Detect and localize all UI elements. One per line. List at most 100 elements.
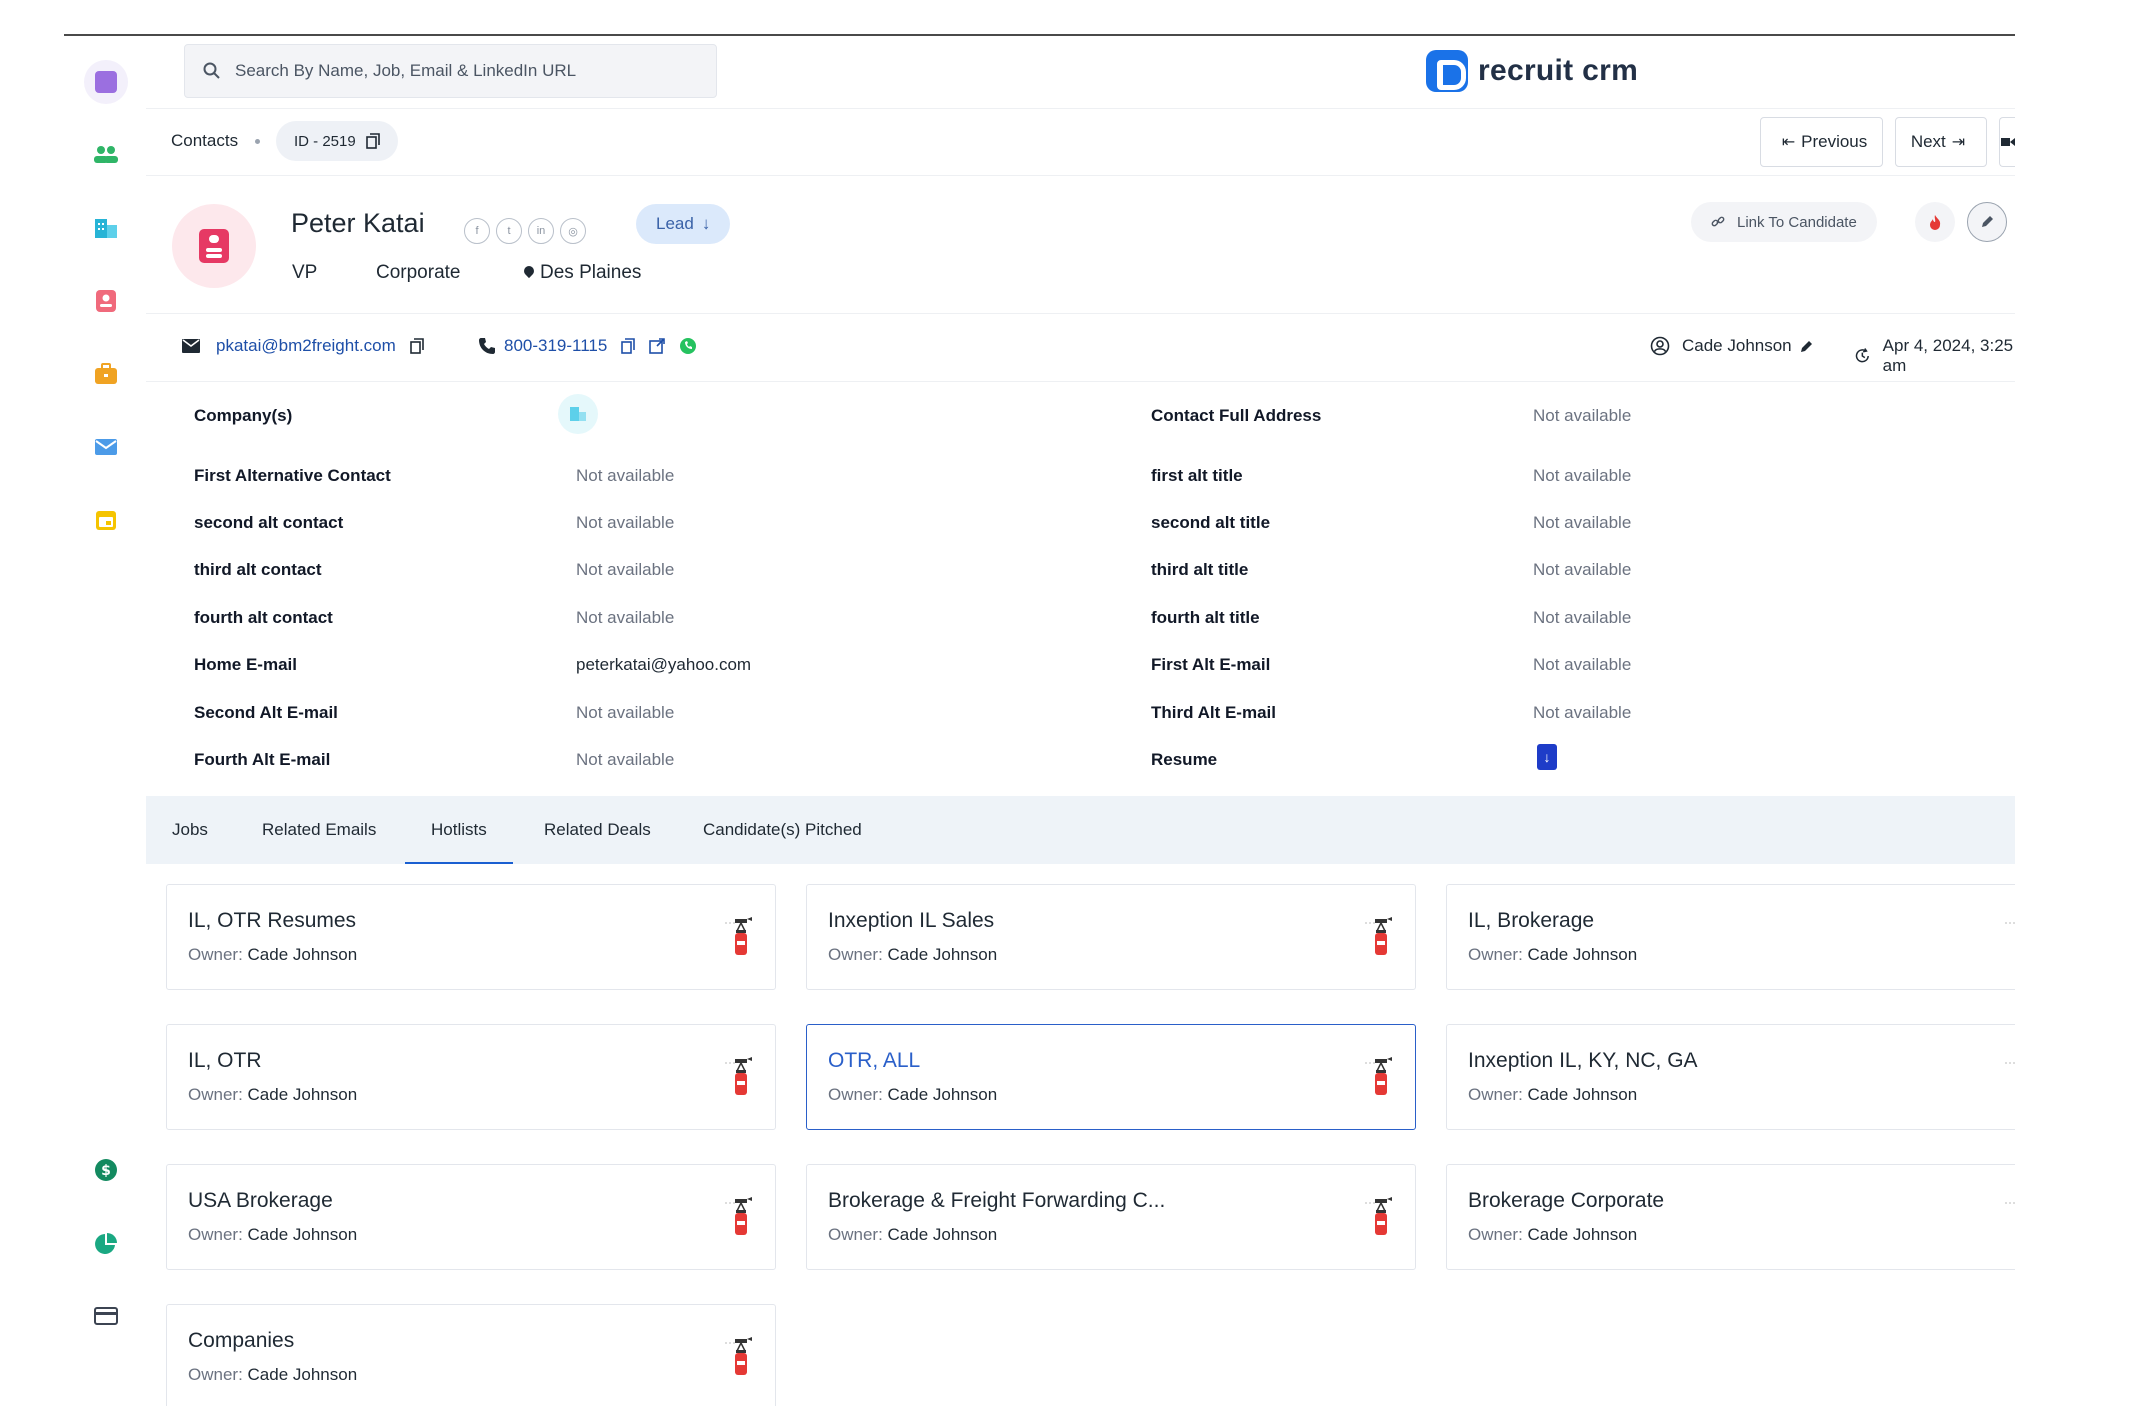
search-input[interactable]: [235, 61, 675, 81]
sidebar-item-payments[interactable]: [84, 1294, 128, 1338]
copy-icon[interactable]: [365, 133, 380, 149]
tab-candidates-pitched[interactable]: Candidate(s) Pitched: [703, 796, 862, 864]
hotlist-title[interactable]: Inxeption IL Sales: [828, 909, 994, 933]
tab-jobs[interactable]: Jobs: [172, 796, 208, 864]
hotlist-title[interactable]: IL, OTR Resumes: [188, 909, 356, 933]
people-icon: [94, 146, 118, 163]
search-bar[interactable]: [184, 44, 717, 98]
contact-email[interactable]: pkatai@bm2freight.com: [216, 336, 396, 356]
hotlist-extinguisher-icon[interactable]: [1363, 915, 1393, 959]
globe-icon[interactable]: ◎: [560, 218, 586, 244]
owner-label: Owner:: [188, 1085, 243, 1104]
status-badge[interactable]: Lead ↓: [636, 204, 731, 244]
breadcrumb-contacts[interactable]: Contacts: [171, 131, 238, 151]
field-value[interactable]: peterkatai@yahoo.com: [576, 655, 751, 675]
field-value: Not available: [1533, 655, 1632, 674]
sidebar-item-companies[interactable]: [84, 206, 128, 250]
tab-related-deals[interactable]: Related Deals: [544, 796, 651, 864]
card-icon: [94, 1307, 118, 1325]
twitter-icon[interactable]: t: [496, 218, 522, 244]
linkedin-icon[interactable]: in: [528, 218, 554, 244]
sidebar-item-dashboard[interactable]: [84, 60, 128, 104]
main-panel: recruit crm Contacts ID - 2519 ⇤ Previou…: [146, 36, 2015, 1406]
tab-hotlists[interactable]: Hotlists: [405, 796, 513, 864]
breadcrumb-separator: [255, 139, 260, 144]
hotlist-card[interactable]: IL, OTR Resumes Owner: Cade Johnson: [166, 884, 776, 990]
hotlist-extinguisher-icon[interactable]: [2003, 1195, 2015, 1239]
field-label: Resume: [1151, 750, 1218, 769]
first-arrow-icon: ⇤: [1781, 134, 1796, 151]
field-label: Contact Full Address: [1151, 406, 1322, 425]
sidebar-item-calendar[interactable]: [84, 498, 128, 542]
hotlist-title[interactable]: IL, OTR: [188, 1049, 262, 1073]
brand-name: recruit crm: [1478, 54, 1639, 87]
sidebar: $: [64, 36, 146, 1406]
phone-icon: [479, 338, 495, 354]
hotlist-extinguisher-icon[interactable]: [2003, 915, 2015, 959]
sidebar-item-billing[interactable]: $: [84, 1148, 128, 1192]
hotlist-card[interactable]: Inxeption IL, KY, NC, GA Owner: Cade John…: [1446, 1024, 2015, 1130]
link-to-candidate-button[interactable]: Link To Candidate: [1691, 202, 1877, 242]
facebook-icon[interactable]: f: [464, 218, 490, 244]
video-button[interactable]: [1999, 117, 2015, 167]
sidebar-item-email[interactable]: [84, 425, 128, 469]
hotlist-card[interactable]: OTR, ALL Owner: Cade Johnson: [806, 1024, 1416, 1130]
hotlist-card[interactable]: Brokerage & Freight Forwarding C... Owner…: [806, 1164, 1416, 1270]
contact-header: Peter Katai f t in ◎ Lead ↓ VP Corporate…: [146, 176, 2015, 314]
phone-item: 800-319-1115: [478, 336, 697, 356]
resume-download-icon[interactable]: ↓: [1537, 744, 1557, 770]
owner-label: Owner:: [188, 1225, 243, 1244]
record-id: ID - 2519: [294, 132, 356, 150]
owner-name: Cade Johnson: [247, 1085, 358, 1104]
hotlist-extinguisher-icon[interactable]: [723, 1335, 753, 1379]
sidebar-item-candidates[interactable]: [84, 133, 128, 177]
hot-contact-button[interactable]: [1915, 202, 1955, 242]
calendar-icon: [96, 511, 116, 530]
search-icon: [203, 62, 220, 79]
contact-phone[interactable]: 800-319-1115: [504, 336, 607, 356]
hotlist-title[interactable]: Brokerage & Freight Forwarding C...: [828, 1189, 1165, 1213]
owner-label: Owner:: [188, 945, 243, 964]
location-pin-icon: [521, 263, 537, 279]
hotlist-extinguisher-icon[interactable]: [2003, 1055, 2015, 1099]
hotlist-extinguisher-icon[interactable]: [723, 915, 753, 959]
hotlist-card[interactable]: IL, Brokerage Owner: Cade Johnson: [1446, 884, 2015, 990]
hotlist-extinguisher-icon[interactable]: [1363, 1055, 1393, 1099]
link-icon: [1711, 216, 1725, 227]
hotlist-extinguisher-icon[interactable]: [1363, 1195, 1393, 1239]
field-label: Company(s): [194, 406, 293, 425]
updated-timestamp: Apr 4, 2024, 3:25 am: [1882, 336, 2014, 375]
field-value: Not available: [1533, 703, 1632, 722]
edit-button[interactable]: [1967, 202, 2007, 242]
hotlist-card[interactable]: IL, OTR Owner: Cade Johnson: [166, 1024, 776, 1130]
copy-icon[interactable]: [621, 338, 636, 354]
hotlist-title[interactable]: Inxeption IL, KY, NC, GA: [1468, 1049, 1698, 1073]
company-building-icon[interactable]: [558, 394, 598, 434]
briefcase-icon: [95, 363, 117, 384]
hotlist-extinguisher-icon[interactable]: [723, 1195, 753, 1239]
hotlist-card[interactable]: Brokerage Corporate Owner: Cade Johnson: [1446, 1164, 2015, 1270]
pencil-icon[interactable]: [1800, 339, 1814, 353]
contact-card-icon: [96, 290, 116, 312]
hotlist-extinguisher-icon[interactable]: [723, 1055, 753, 1099]
sidebar-item-reports[interactable]: [84, 1222, 128, 1266]
hotlist-card[interactable]: USA Brokerage Owner: Cade Johnson: [166, 1164, 776, 1270]
tab-related-emails[interactable]: Related Emails: [262, 796, 376, 864]
hotlist-card[interactable]: Inxeption IL Sales Owner: Cade Johnson: [806, 884, 1416, 990]
whatsapp-icon[interactable]: [679, 337, 697, 355]
next-button[interactable]: Next ⇥: [1895, 117, 1987, 167]
sidebar-item-contacts[interactable]: [84, 279, 128, 323]
record-id-chip: ID - 2519: [276, 121, 398, 161]
external-link-icon[interactable]: [649, 338, 666, 354]
status-label: Lead: [656, 214, 694, 233]
previous-button[interactable]: ⇤ Previous: [1760, 117, 1883, 167]
hotlist-card[interactable]: Companies Owner: Cade Johnson: [166, 1304, 776, 1406]
hotlist-title[interactable]: IL, Brokerage: [1468, 909, 1594, 933]
hotlist-owner: Owner: Cade Johnson: [828, 945, 997, 965]
hotlist-title[interactable]: Companies: [188, 1329, 294, 1353]
hotlist-title[interactable]: USA Brokerage: [188, 1189, 333, 1213]
hotlist-title[interactable]: OTR, ALL: [828, 1049, 920, 1073]
copy-icon[interactable]: [409, 338, 424, 354]
sidebar-item-jobs[interactable]: [84, 352, 128, 396]
hotlist-title[interactable]: Brokerage Corporate: [1468, 1189, 1664, 1213]
